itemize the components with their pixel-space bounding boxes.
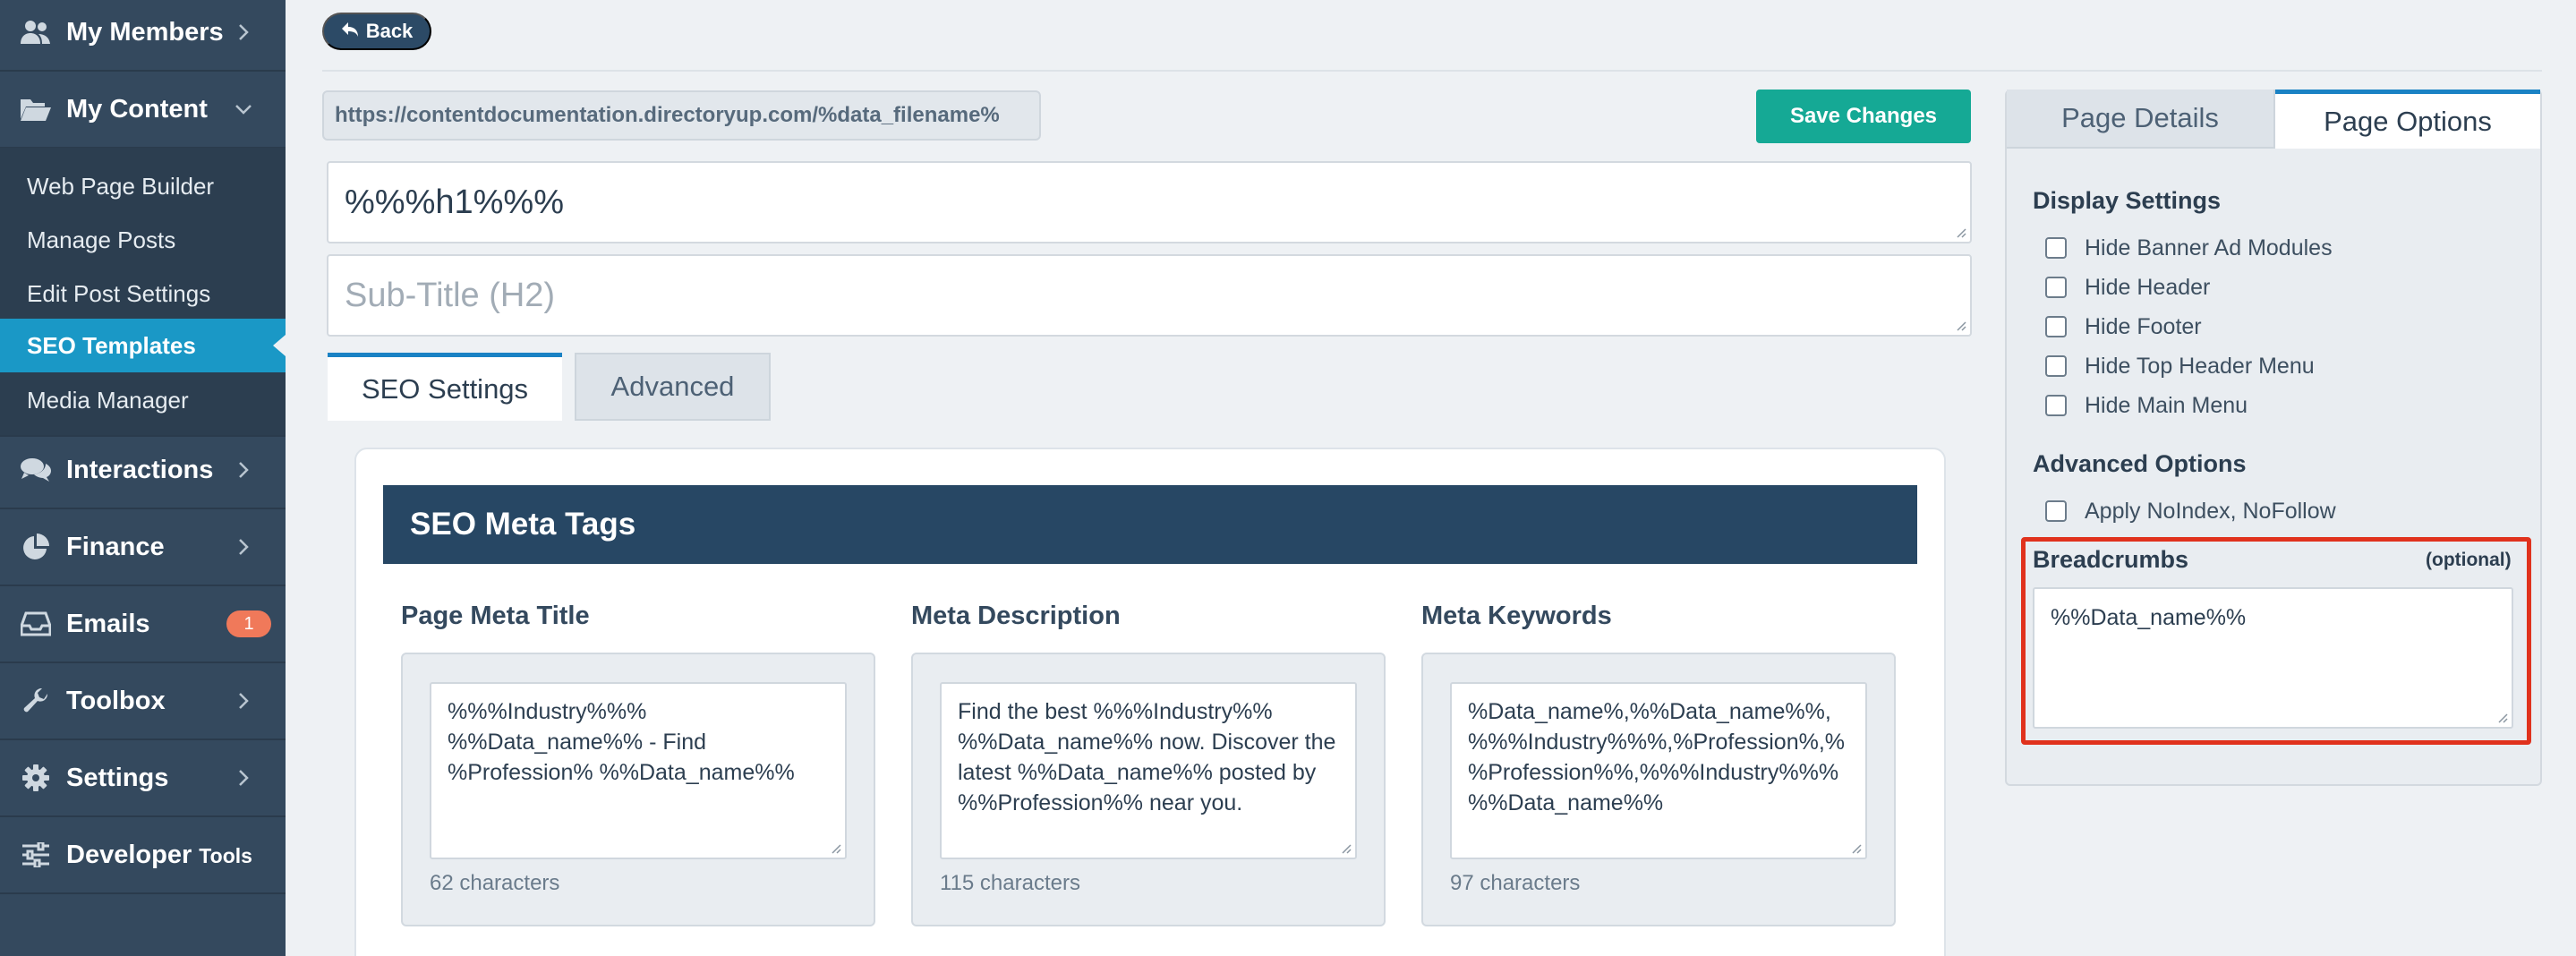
sidebar-item-label: Settings — [66, 763, 169, 792]
meta-description-textarea[interactable]: Find the best %%%Industry%% %%Data_name%… — [940, 682, 1357, 859]
sidebar: My Members My Content Web Page Builder M… — [0, 0, 286, 956]
checkbox[interactable] — [2045, 237, 2067, 259]
top-divider — [322, 70, 2542, 72]
reply-arrow-icon — [341, 20, 359, 43]
chevron-right-icon — [234, 537, 253, 557]
breadcrumbs-value: %%Data_name%% — [2051, 605, 2247, 630]
sidebar-item-settings[interactable]: Settings — [0, 740, 286, 817]
pie-chart-icon — [20, 531, 52, 563]
sidebar-item-my-content[interactable]: My Content — [0, 72, 286, 149]
inbox-icon — [20, 608, 52, 640]
sidebar-item-toolbox[interactable]: Toolbox — [0, 663, 286, 740]
hide-footer-option[interactable]: Hide Footer — [2045, 313, 2202, 340]
resize-grip-icon — [1852, 844, 1862, 854]
option-label: Hide Main Menu — [2085, 392, 2248, 418]
breadcrumbs-title: Breadcrumbs — [2033, 546, 2189, 573]
sidebar-item-label: Emails — [66, 609, 150, 638]
wrench-icon — [20, 685, 52, 717]
chevron-right-icon — [234, 691, 253, 711]
meta-keywords-label: Meta Keywords — [1421, 602, 1612, 630]
page-meta-title-count: 62 characters — [430, 871, 560, 895]
option-label: Hide Header — [2085, 274, 2211, 300]
meta-description-label: Meta Description — [911, 602, 1121, 630]
option-label: Hide Banner Ad Modules — [2085, 235, 2333, 260]
chevron-right-icon — [234, 460, 253, 480]
sidebar-item-my-members[interactable]: My Members — [0, 0, 286, 72]
meta-description-value: Find the best %%%Industry%% %%Data_name%… — [958, 699, 1336, 815]
comments-icon — [20, 454, 52, 486]
sidebar-subitem-seo-templates[interactable]: SEO Templates — [0, 319, 286, 372]
checkbox[interactable] — [2045, 395, 2067, 416]
h1-title-value: %%%h1%%% — [345, 183, 564, 221]
sidebar-item-label: My Content — [66, 94, 208, 124]
sidebar-item-label: Interactions — [66, 455, 214, 484]
hide-banner-ad-modules-option[interactable]: Hide Banner Ad Modules — [2045, 235, 2333, 261]
checkbox[interactable] — [2045, 355, 2067, 377]
hide-header-option[interactable]: Hide Header — [2045, 274, 2210, 301]
page-meta-title-textarea[interactable]: %%%Industry%%% %%Data_name%% - Find %Pro… — [430, 682, 847, 859]
page-url-field[interactable]: https://contentdocumentation.directoryup… — [322, 90, 1041, 141]
resize-grip-icon — [1957, 228, 1966, 238]
back-button-label: Back — [365, 20, 414, 42]
meta-keywords-textarea[interactable]: %Data_name%,%%Data_name%%, %%%Industry%%… — [1450, 682, 1867, 859]
sidebar-item-label: Developer Tools — [66, 841, 252, 870]
resize-grip-icon — [2498, 713, 2508, 723]
page-meta-title-label: Page Meta Title — [401, 602, 590, 630]
save-changes-button[interactable]: Save Changes — [1756, 90, 1971, 143]
tab-page-details[interactable]: Page Details — [2007, 90, 2275, 149]
sliders-icon — [20, 839, 52, 871]
resize-grip-icon — [1342, 844, 1352, 854]
card-title: SEO Meta Tags — [383, 485, 1917, 564]
sidebar-item-emails[interactable]: Emails 1 — [0, 586, 286, 663]
emails-count-badge: 1 — [226, 610, 271, 637]
h1-title-input[interactable]: %%%h1%%% — [327, 161, 1972, 243]
hide-top-header-menu-option[interactable]: Hide Top Header Menu — [2045, 353, 2315, 380]
option-label: Hide Top Header Menu — [2085, 353, 2315, 379]
back-button[interactable]: Back — [322, 13, 431, 50]
apply-noindex-nofollow-option[interactable]: Apply NoIndex, NoFollow — [2045, 498, 2336, 525]
checkbox[interactable] — [2045, 316, 2067, 337]
sidebar-subitem-edit-post-settings[interactable]: Edit Post Settings — [0, 267, 286, 320]
tab-advanced[interactable]: Advanced — [575, 353, 771, 421]
checkbox[interactable] — [2045, 277, 2067, 298]
meta-keywords-count: 97 characters — [1450, 871, 1581, 895]
sidebar-item-interactions[interactable]: Interactions — [0, 432, 286, 509]
breadcrumbs-optional-label: (optional) — [2426, 550, 2512, 570]
sidebar-item-label: Toolbox — [66, 686, 166, 715]
resize-grip-icon — [832, 844, 841, 854]
chevron-right-icon — [234, 22, 253, 42]
developer-tools-label: Tools — [199, 843, 252, 867]
sidebar-item-finance[interactable]: Finance — [0, 509, 286, 586]
meta-keywords-value: %Data_name%,%%Data_name%%, %%%Industry%%… — [1468, 699, 1845, 815]
advanced-options-title: Advanced Options — [2033, 450, 2247, 477]
hide-main-menu-option[interactable]: Hide Main Menu — [2045, 392, 2248, 419]
option-label: Hide Footer — [2085, 313, 2202, 339]
sidebar-item-developer-tools[interactable]: Developer Tools — [0, 817, 286, 894]
chevron-right-icon — [234, 768, 253, 788]
sidebar-subitem-web-page-builder[interactable]: Web Page Builder — [0, 159, 286, 213]
breadcrumbs-textarea[interactable]: %%Data_name%% — [2033, 587, 2513, 729]
tab-page-options[interactable]: Page Options — [2275, 90, 2540, 149]
h2-subtitle-placeholder: Sub-Title (H2) — [345, 276, 556, 314]
gear-icon — [20, 762, 52, 794]
developer-label: Developer — [66, 840, 192, 869]
tab-seo-settings[interactable]: SEO Settings — [328, 353, 562, 421]
my-content-submenu: Web Page Builder Manage Posts Edit Post … — [0, 148, 286, 437]
chevron-down-icon — [234, 99, 253, 119]
option-label: Apply NoIndex, NoFollow — [2085, 498, 2336, 524]
display-settings-title: Display Settings — [2033, 187, 2222, 214]
checkbox[interactable] — [2045, 500, 2067, 522]
page-meta-title-value: %%%Industry%%% %%Data_name%% - Find %Pro… — [448, 699, 795, 785]
sidebar-subitem-manage-posts[interactable]: Manage Posts — [0, 213, 286, 267]
sidebar-subitem-media-manager[interactable]: Media Manager — [0, 373, 286, 427]
sidebar-item-label: My Members — [66, 17, 224, 47]
users-icon — [20, 16, 52, 48]
folder-open-icon — [20, 93, 52, 125]
resize-grip-icon — [1957, 321, 1966, 331]
sidebar-item-label: Finance — [66, 532, 165, 561]
h2-subtitle-input[interactable]: Sub-Title (H2) — [327, 254, 1972, 337]
meta-description-count: 115 characters — [940, 871, 1080, 895]
